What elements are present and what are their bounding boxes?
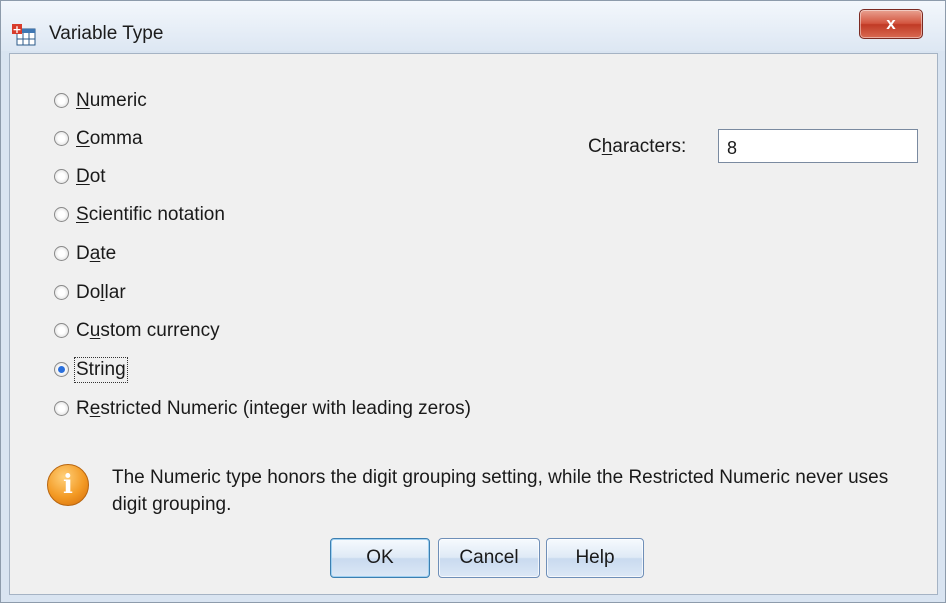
radio-button[interactable] xyxy=(54,285,69,300)
radio-label: Restricted Numeric (integer with leading… xyxy=(76,398,471,419)
radio-button[interactable] xyxy=(54,207,69,222)
variable-type-dialog: + Variable Type x Numeric Comma Dot Scie… xyxy=(0,0,946,603)
close-icon: x xyxy=(886,14,896,33)
radio-button[interactable] xyxy=(54,323,69,338)
radio-label: Scientific notation xyxy=(76,204,225,225)
title-bar[interactable]: + Variable Type x xyxy=(1,1,945,51)
spss-variable-icon: + xyxy=(12,23,36,46)
radio-button[interactable] xyxy=(54,169,69,184)
radio-label: Custom currency xyxy=(76,320,220,341)
radio-label: Comma xyxy=(76,128,143,149)
radio-button[interactable] xyxy=(54,401,69,416)
info-message: The Numeric type honors the digit groupi… xyxy=(112,467,889,515)
info-icon: i xyxy=(47,464,89,506)
dialog-body: Numeric Comma Dot Scientific notation Da… xyxy=(9,53,938,595)
ok-button[interactable]: OK xyxy=(330,538,430,578)
radio-label: Date xyxy=(76,243,117,264)
radio-label: Dot xyxy=(76,166,106,187)
radio-button-selected[interactable] xyxy=(54,362,69,377)
window-title: Variable Type xyxy=(49,23,164,44)
radio-button[interactable] xyxy=(54,131,69,146)
characters-input[interactable]: 8 xyxy=(718,129,918,163)
close-button[interactable]: x xyxy=(859,9,923,39)
radio-label: Dollar xyxy=(76,282,126,303)
svg-text:+: + xyxy=(12,23,21,36)
radio-button[interactable] xyxy=(54,93,69,108)
help-button[interactable]: Help xyxy=(546,538,644,578)
radio-button[interactable] xyxy=(54,246,69,261)
characters-label: Characters: xyxy=(588,136,687,157)
radio-label: Numeric xyxy=(76,90,147,111)
cancel-button[interactable]: Cancel xyxy=(438,538,540,578)
radio-label: String xyxy=(74,357,128,383)
